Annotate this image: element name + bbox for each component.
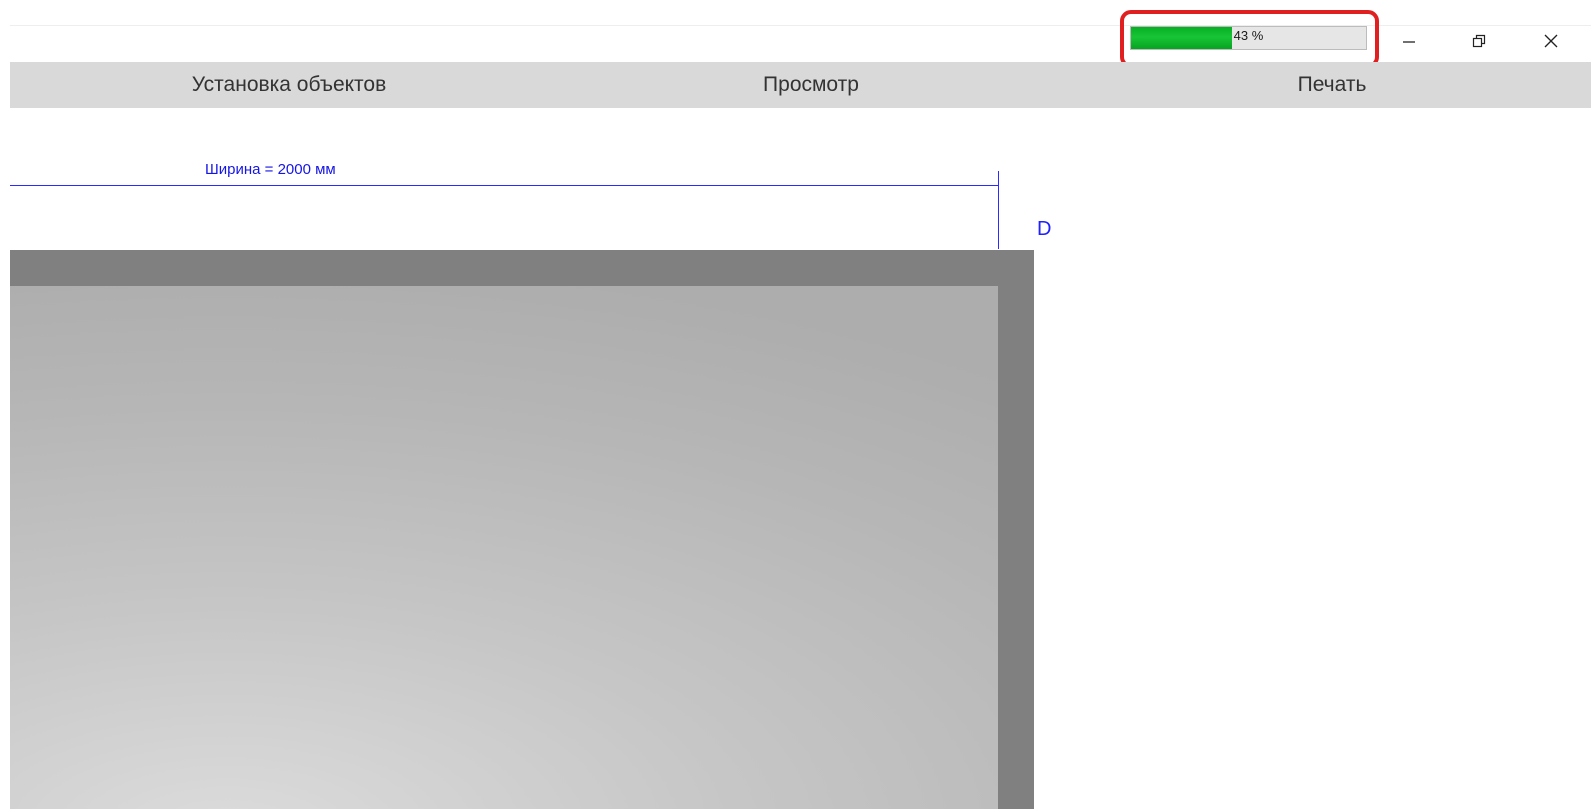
close-button[interactable] [1528,25,1574,57]
menu-item-view[interactable]: Просмотр [763,62,859,108]
width-dimension-line [10,185,999,186]
object-frame[interactable] [10,250,1034,809]
width-dimension-tick [998,171,999,249]
close-icon [1543,33,1559,49]
menu-bar: Установка объектов Просмотр Печать [10,62,1591,108]
progress-label: 43 % [1233,28,1264,43]
object-panel[interactable] [10,286,998,809]
restore-button[interactable] [1456,25,1502,57]
minimize-icon [1402,34,1416,48]
minimize-button[interactable] [1386,25,1432,57]
width-dimension-label: Ширина = 2000 мм [205,161,336,178]
progress-bar: 43 % [1130,26,1367,50]
side-label: D [1037,218,1052,240]
restore-icon [1472,34,1486,48]
menu-item-print[interactable]: Печать [1298,62,1367,108]
window-frame-top [0,0,1591,25]
menu-item-object-setup[interactable]: Установка объектов [192,62,387,108]
